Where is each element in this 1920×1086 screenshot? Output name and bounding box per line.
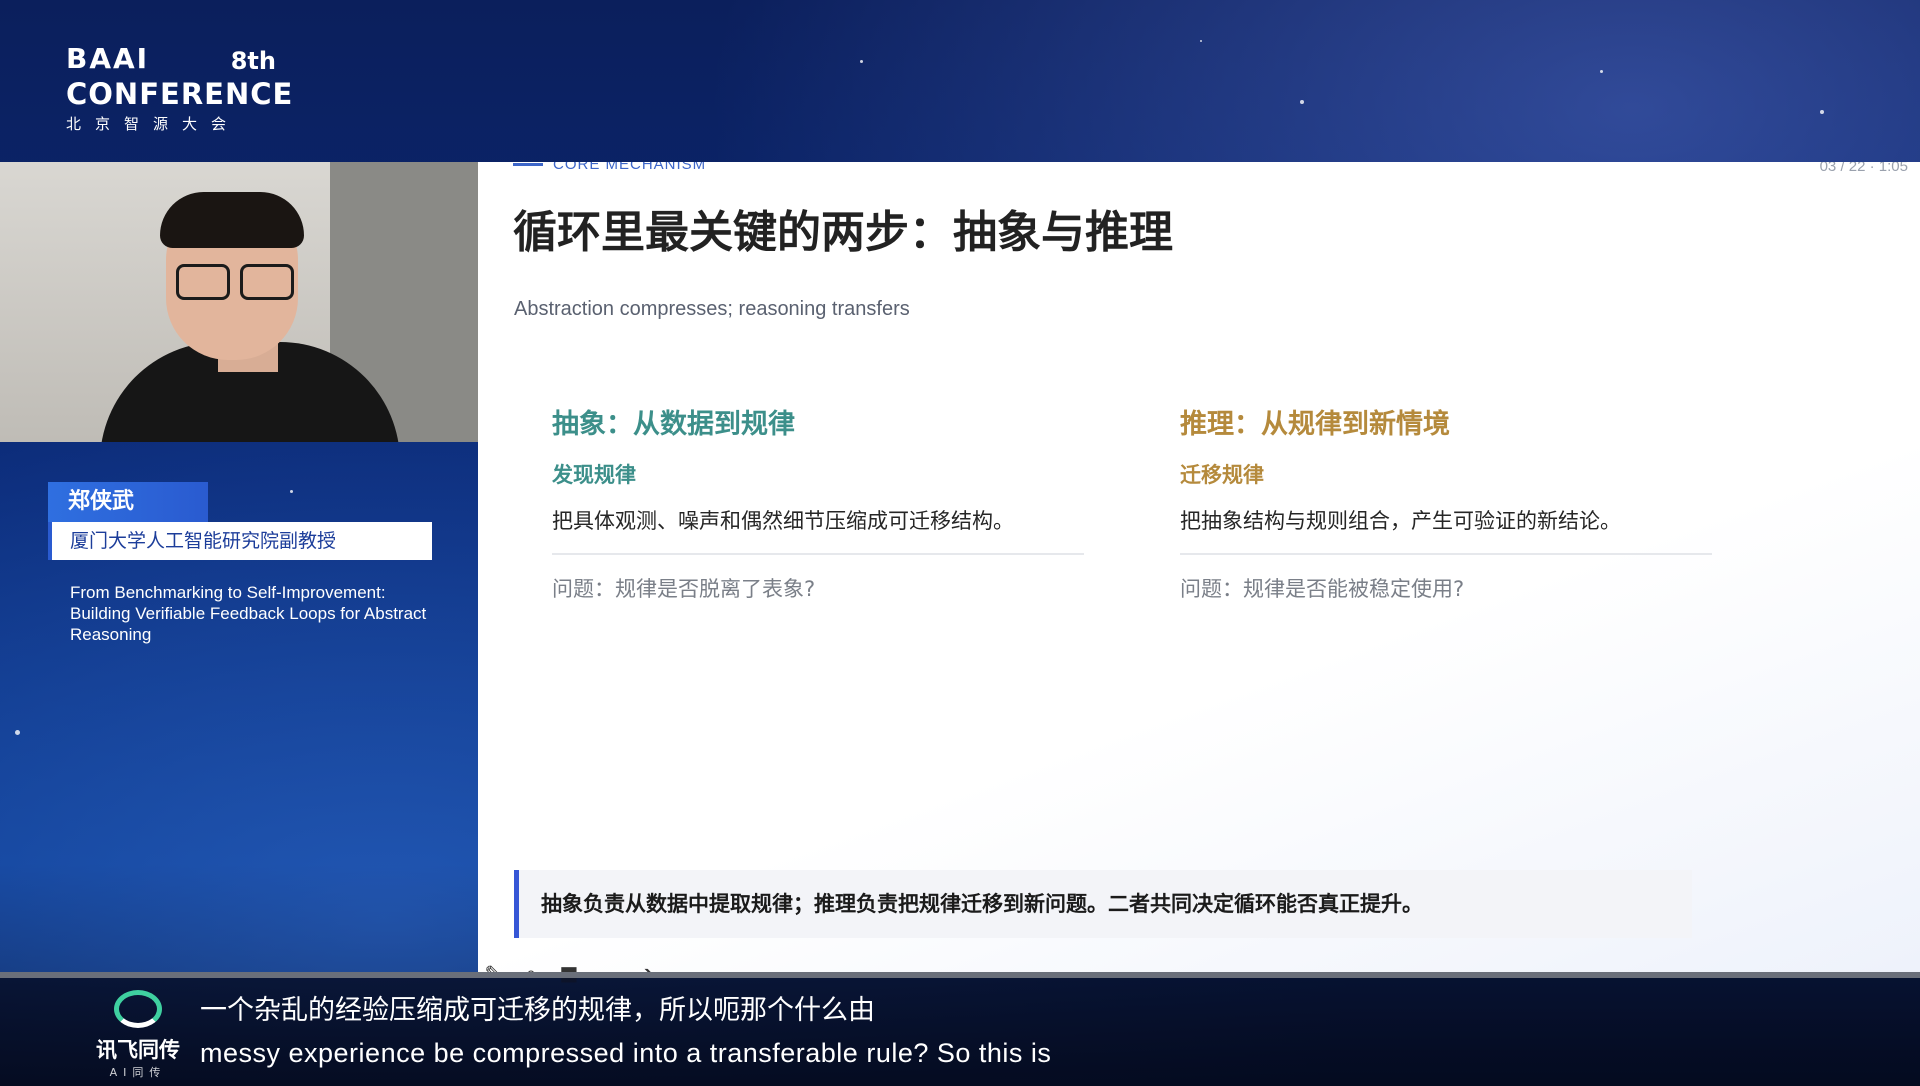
star xyxy=(1820,110,1824,114)
reasoning-heading: 推理：从规律到新情境 xyxy=(1180,409,1450,440)
divider xyxy=(1180,553,1712,555)
conference-logo: BAAI 8th CONFERENCE 北京智源大会 xyxy=(66,42,294,134)
star xyxy=(860,60,863,63)
star xyxy=(1600,70,1603,73)
abstraction-description: 把具体观测、噪声和偶然细节压缩成可迁移结构。 xyxy=(552,509,1014,533)
reasoning-description: 把抽象结构与规则组合，产生可验证的新结论。 xyxy=(1180,509,1621,533)
divider xyxy=(552,553,1084,555)
kicker-bar xyxy=(513,163,543,166)
caption-brand-sub: AI同传 xyxy=(109,1066,167,1079)
slide-page-info: 03 / 22 · 1:05 xyxy=(1819,162,1908,175)
caption-brand-name: 讯飞同传 xyxy=(96,1038,180,1062)
slide-subtitle: Abstraction compresses; reasoning transf… xyxy=(514,298,910,320)
glasses-icon xyxy=(176,264,294,300)
reasoning-tag: 迁移规律 xyxy=(1180,463,1264,487)
abstraction-heading: 抽象：从数据到规律 xyxy=(552,409,795,440)
star xyxy=(290,490,293,493)
speaker-hair xyxy=(160,192,304,248)
caption-chinese: 一个杂乱的经验压缩成可迁移的规律，所以呃那个什么由 xyxy=(200,995,875,1026)
speaker-name: 郑侠武 xyxy=(48,482,208,522)
star xyxy=(1300,100,1304,104)
logo-edition: 8th xyxy=(230,47,276,75)
caption-brand: 讯飞同传 AI同传 xyxy=(78,990,198,1080)
talk-title: From Benchmarking to Self-Improvement: B… xyxy=(70,583,427,644)
speaker-affiliation: 厦门大学人工智能研究院副教授 xyxy=(48,522,432,560)
star xyxy=(1200,40,1202,42)
abstraction-column: 抽象：从数据到规律 发现规律 把具体观测、噪声和偶然细节压缩成可迁移结构。 问题… xyxy=(552,402,1084,603)
speaker-video xyxy=(0,162,478,442)
presentation-slide: CORE MECHANISM 03 / 22 · 1:05 循环里最关键的两步：… xyxy=(478,162,1920,972)
star xyxy=(15,730,20,735)
logo-conference: CONFERENCE xyxy=(66,77,294,111)
logo-chinese: 北京智源大会 xyxy=(66,115,241,133)
caption-english: messy experience be compressed into a tr… xyxy=(200,1038,1052,1068)
abstraction-tag: 发现规律 xyxy=(552,463,636,487)
slide-title: 循环里最关键的两步：抽象与推理 xyxy=(513,207,1173,258)
abstraction-question: 问题：规律是否脱离了表象? xyxy=(552,577,816,601)
reasoning-column: 推理：从规律到新情境 迁移规律 把抽象结构与规则组合，产生可验证的新结论。 问题… xyxy=(1180,402,1712,603)
slide-kicker: CORE MECHANISM xyxy=(513,162,706,173)
summary-callout: 抽象负责从数据中提取规律；推理负责把规律迁移到新问题。二者共同决定循环能否真正提… xyxy=(514,870,1692,938)
reasoning-question: 问题：规律是否能被稳定使用? xyxy=(1180,577,1465,601)
kicker-text: CORE MECHANISM xyxy=(553,162,707,173)
logo-brand: BAAI xyxy=(66,42,150,75)
iflytek-logo-icon xyxy=(114,990,162,1028)
